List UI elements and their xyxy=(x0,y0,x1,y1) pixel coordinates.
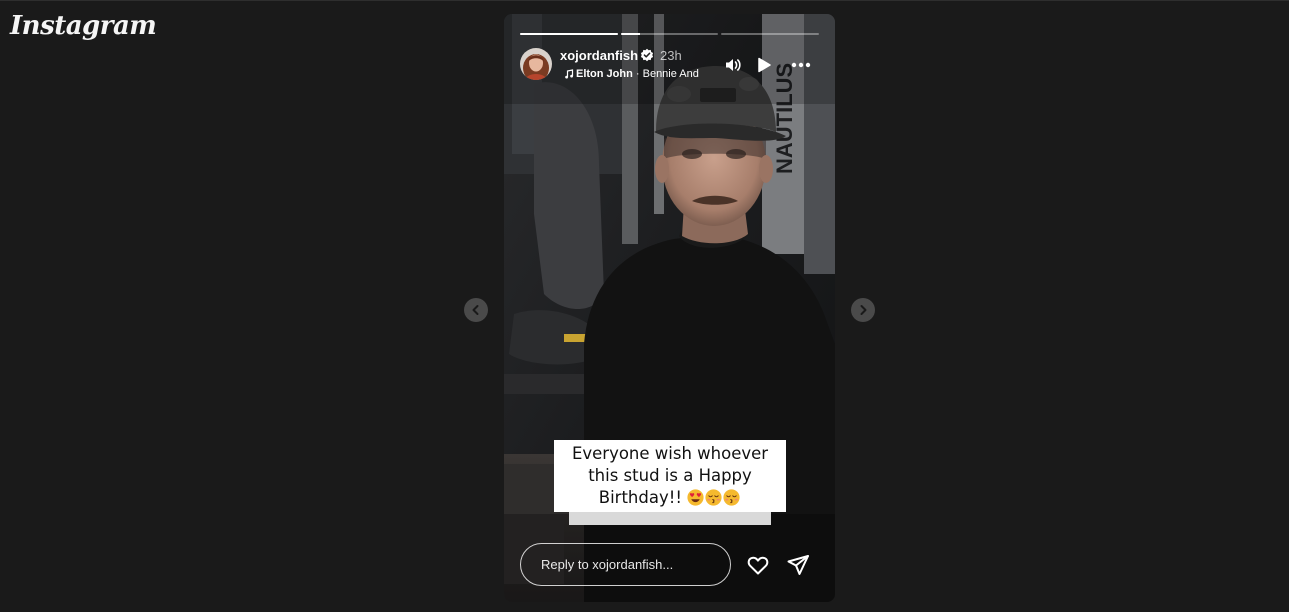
music-artist: Elton John xyxy=(576,68,633,80)
music-note-icon xyxy=(565,69,574,79)
chevron-left-icon xyxy=(472,305,479,315)
mute-button[interactable] xyxy=(722,54,744,76)
kissing-closed-eyes-emoji xyxy=(705,489,722,506)
more-options-icon xyxy=(791,62,811,68)
share-button[interactable] xyxy=(785,552,811,578)
reply-input[interactable] xyxy=(520,543,731,586)
play-icon xyxy=(758,57,771,73)
story-username[interactable]: xojordanfish xyxy=(560,48,638,63)
music-title: Bennie And xyxy=(642,68,699,80)
progress-segment xyxy=(520,33,618,35)
like-button[interactable] xyxy=(745,552,771,578)
progress-segment xyxy=(620,33,719,35)
send-icon xyxy=(787,555,809,575)
play-button[interactable] xyxy=(753,54,775,76)
story-caption-sticker: Everyone wish whoever this stud is a Hap… xyxy=(554,440,786,525)
avatar-image xyxy=(520,48,552,80)
verified-badge-icon xyxy=(640,48,654,62)
caption-box: Everyone wish whoever this stud is a Hap… xyxy=(554,440,786,512)
story-viewer[interactable]: NAUTILUS xojordanfish 23h Elton John · B… xyxy=(504,14,835,602)
story-timestamp: 23h xyxy=(660,48,682,63)
avatar[interactable] xyxy=(520,48,552,80)
progress-segment xyxy=(721,33,820,35)
more-options-button[interactable] xyxy=(790,54,812,76)
caption-text-wrap: Everyone wish whoever this stud is a Hap… xyxy=(554,443,786,509)
progress-fill xyxy=(520,33,618,35)
page: Instagram NAUTILUS xojordanfish 23h Elto… xyxy=(0,0,1289,612)
instagram-logo[interactable]: Instagram xyxy=(10,11,157,41)
story-music-info[interactable]: Elton John · Bennie And xyxy=(576,68,699,80)
next-story-button[interactable] xyxy=(851,298,875,322)
story-header: xojordanfish 23h Elton John · Bennie And xyxy=(520,46,820,86)
story-progress-bar xyxy=(520,33,820,35)
music-separator: · xyxy=(632,68,643,80)
kissing-closed-eyes-emoji xyxy=(723,489,740,506)
heart-icon xyxy=(747,556,769,575)
previous-story-button[interactable] xyxy=(464,298,488,322)
progress-fill xyxy=(620,33,641,35)
heart-eyes-emoji xyxy=(687,489,704,506)
chevron-right-icon xyxy=(860,305,867,315)
volume-icon xyxy=(726,59,741,71)
